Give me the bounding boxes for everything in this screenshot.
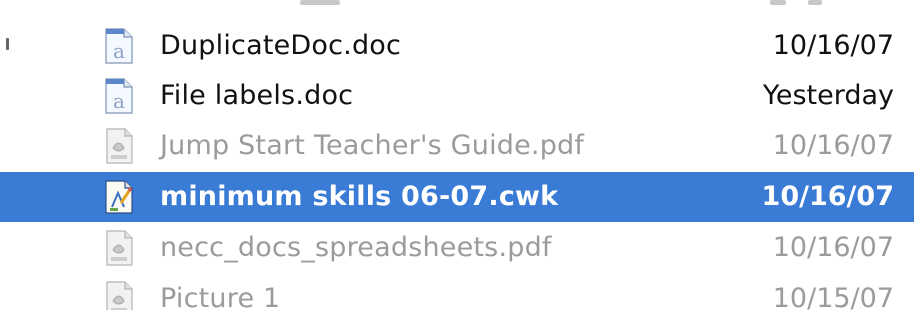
file-row-minimum-skills[interactable]: minimum skills 06-07.cwk 10/16/07: [0, 172, 914, 222]
file-date: 10/16/07: [772, 130, 894, 161]
file-row-picture-1[interactable]: Picture 1 10/15/07: [0, 274, 914, 310]
file-row-necc-docs[interactable]: necc_docs_spreadsheets.pdf 10/16/07: [0, 223, 914, 273]
file-name: minimum skills 06-07.cwk: [160, 181, 559, 212]
appleworks-icon: [104, 179, 134, 215]
pdf-icon: [104, 128, 134, 164]
word-doc-icon: a: [104, 78, 134, 114]
svg-text:a: a: [113, 39, 125, 63]
pdf-icon: [104, 281, 134, 310]
word-doc-icon: a: [104, 28, 134, 64]
file-row-file-labels[interactable]: a File labels.doc Yesterday: [0, 71, 914, 121]
file-name: Picture 1: [160, 283, 281, 310]
previous-row-cut-off: [0, 0, 914, 20]
pdf-icon: [104, 230, 134, 266]
file-row-duplicatedoc[interactable]: a DuplicateDoc.doc 10/16/07: [0, 21, 914, 71]
file-date: 10/16/07: [772, 232, 894, 263]
file-date: 10/15/07: [772, 283, 894, 310]
file-name: necc_docs_spreadsheets.pdf: [160, 232, 552, 263]
svg-text:a: a: [113, 89, 125, 113]
file-date: 10/16/07: [761, 181, 894, 212]
file-list[interactable]: a DuplicateDoc.doc 10/16/07 a File label…: [0, 0, 914, 310]
file-row-jump-start[interactable]: Jump Start Teacher's Guide.pdf 10/16/07: [0, 121, 914, 171]
file-name: File labels.doc: [160, 80, 354, 111]
file-date: 10/16/07: [772, 30, 894, 61]
file-date: Yesterday: [762, 80, 894, 111]
file-name: DuplicateDoc.doc: [160, 30, 402, 61]
file-name: Jump Start Teacher's Guide.pdf: [160, 130, 585, 161]
